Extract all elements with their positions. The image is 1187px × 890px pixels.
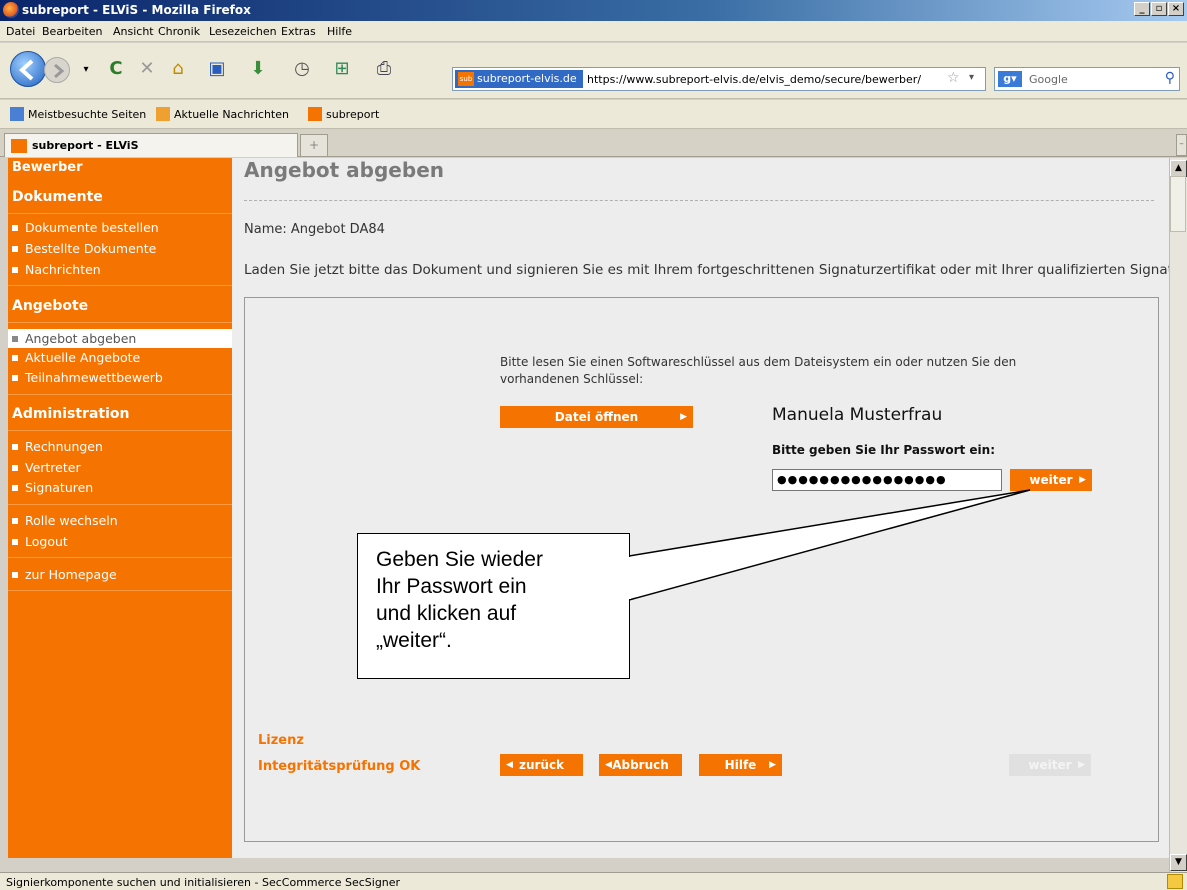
callout-box: Geben Sie wieder Ihr Passwort ein und kl… [357, 533, 630, 679]
scrollbar-thumb[interactable] [1170, 176, 1186, 232]
status-text: Signierkomponente suchen und initialisie… [6, 876, 401, 889]
vertical-scrollbar[interactable]: ▲ ▼ [1169, 158, 1187, 872]
scroll-down-icon[interactable]: ▼ [1170, 854, 1187, 871]
callout-text: Geben Sie wieder Ihr Passwort ein und kl… [376, 548, 543, 652]
lock-icon[interactable] [1167, 874, 1183, 889]
callout-pointer [628, 489, 1031, 601]
status-bar: Signierkomponente suchen und initialisie… [0, 872, 1187, 890]
callout-joint [627, 557, 631, 599]
scroll-up-icon[interactable]: ▲ [1170, 160, 1187, 177]
